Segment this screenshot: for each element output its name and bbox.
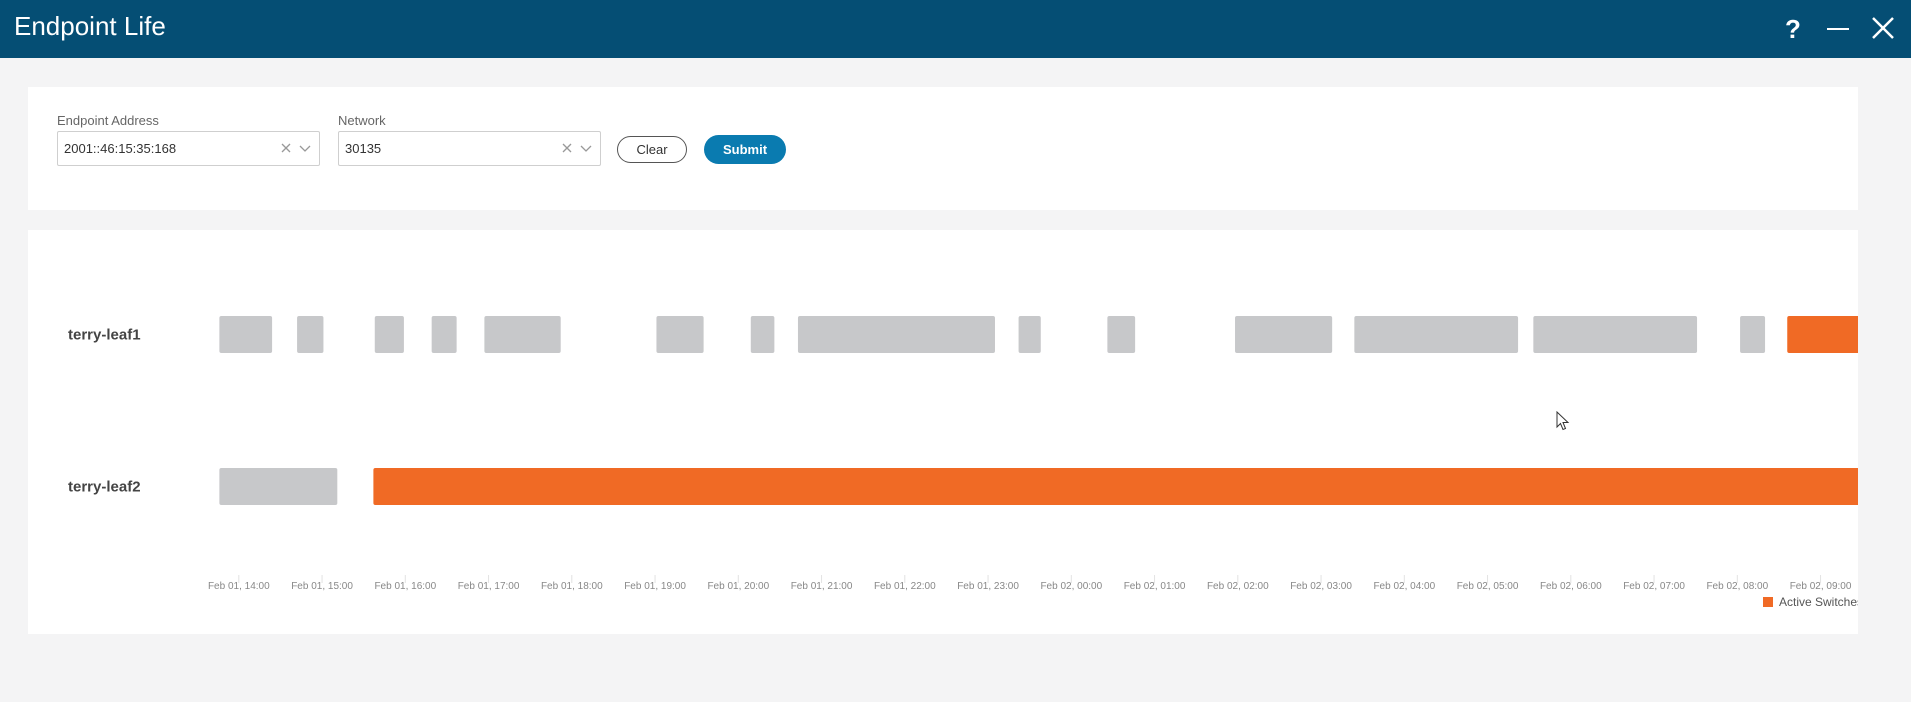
network-select[interactable]: 30135 [338,131,601,166]
endpoint-address-clear-icon[interactable] [278,140,294,156]
inactive-segment-bar [1533,316,1698,353]
title-bar: Endpoint Life ? [0,0,1911,58]
inactive-segment-bar [750,316,775,353]
inactive-segment-bar [484,316,561,353]
network-clear-icon[interactable] [559,140,575,156]
x-axis-tick-label: Feb 01, 20:00 [707,581,769,592]
x-axis-tick-label: Feb 02, 08:00 [1706,581,1768,592]
x-axis-tick-label: Feb 01, 15:00 [291,581,353,592]
chevron-down-icon[interactable] [297,140,313,156]
inactive-segment-bar [219,316,273,353]
endpoint-address-select[interactable]: 2001::46:15:35:168 [57,131,320,166]
inactive-segment-bar [297,316,324,353]
row-label: terry-leaf1 [68,327,141,344]
help-icon[interactable]: ? [1778,14,1808,44]
x-axis-tick-label: Feb 01, 21:00 [791,581,853,592]
inactive-segment-bar [1235,316,1333,353]
mouse-cursor-icon [1556,410,1570,431]
inactive-segment-bar [374,316,404,353]
x-axis-tick-label: Feb 01, 22:00 [874,581,936,592]
legend-swatch [1763,597,1773,607]
minimize-icon[interactable] [1823,14,1853,44]
x-axis-tick-label: Feb 02, 07:00 [1623,581,1685,592]
network-label: Network [338,113,386,128]
endpoint-address-value: 2001::46:15:35:168 [64,141,177,156]
x-axis-tick-label: Feb 01, 23:00 [957,581,1019,592]
x-axis-tick-label: Feb 02, 04:00 [1373,581,1435,592]
inactive-segment-bar [1018,316,1041,353]
endpoint-address-label: Endpoint Address [57,113,159,128]
x-axis-tick-label: Feb 01, 17:00 [458,581,520,592]
inactive-segment-bar [1740,316,1766,353]
submit-button[interactable]: Submit [704,135,786,164]
timeline-chart: terry-leaf1 terry-leaf2 Feb 01, 14:00 Feb 0… [68,316,1858,609]
x-axis-tick-label: Feb 01, 19:00 [624,581,686,592]
inactive-segment-bar [431,316,457,353]
x-axis-tick-label: Feb 02, 05:00 [1457,581,1519,592]
inactive-segment-bar [656,316,704,353]
inactive-segment-bar [1107,316,1136,353]
inactive-segment-bar [219,468,338,505]
inactive-segment-bar [797,316,995,353]
x-axis-tick-label: Feb 02, 02:00 [1207,581,1269,592]
active-segment-bar [1787,316,1858,353]
chevron-down-icon[interactable] [578,140,594,156]
close-icon[interactable] [1868,14,1898,44]
x-axis-tick-label: Feb 02, 03:00 [1290,581,1352,592]
x-axis-tick-label: Feb 01, 16:00 [374,581,436,592]
x-axis-tick-label: Feb 02, 01:00 [1124,581,1186,592]
endpoint-timeline-panel: terry-leaf1 terry-leaf2 Feb 01, 14:00 Feb 0… [28,230,1858,634]
legend-label: Active Switches [1779,595,1858,609]
x-axis-tick-label: Feb 02, 00:00 [1040,581,1102,592]
window-title: Endpoint Life [14,11,166,41]
inactive-segment-bar [1354,316,1519,353]
row-label: terry-leaf2 [68,479,141,496]
x-axis-tick-label: Feb 02, 09:00 [1790,581,1852,592]
x-axis-tick-label: Feb 01, 14:00 [208,581,270,592]
active-segment-bar [373,468,1858,505]
network-value: 30135 [345,141,382,156]
x-axis-tick-label: Feb 01, 18:00 [541,581,603,592]
x-axis-tick-label: Feb 02, 06:00 [1540,581,1602,592]
clear-button[interactable]: Clear [617,136,687,163]
